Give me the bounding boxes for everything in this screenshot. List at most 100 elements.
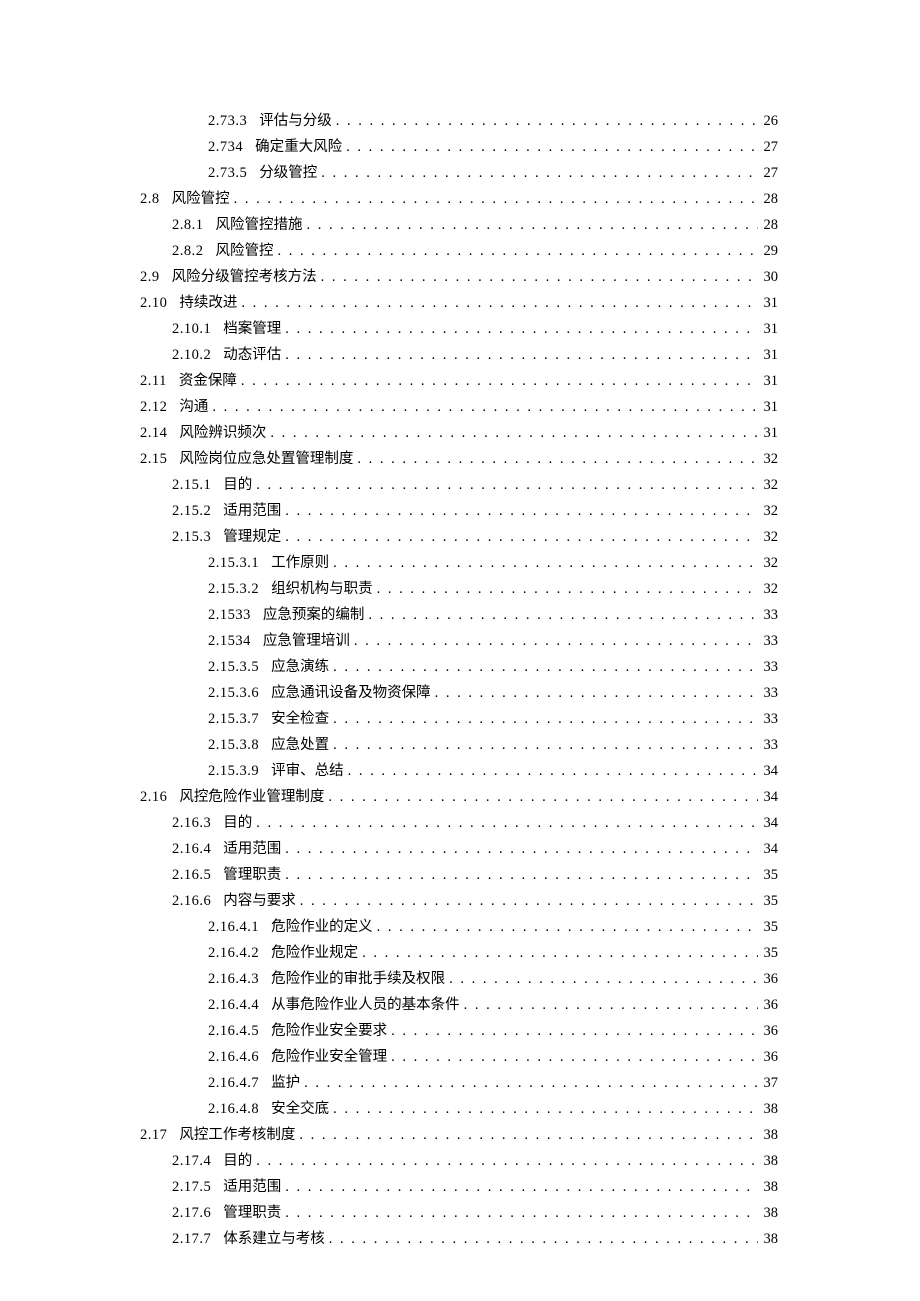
toc-dot-leader <box>285 316 757 342</box>
toc-entry: 2.15.3.7安全检查33 <box>140 706 778 732</box>
toc-dot-leader <box>348 758 758 784</box>
toc-entry-title: 安全检查 <box>271 706 333 732</box>
toc-entry-number: 2.73.5 <box>208 160 259 186</box>
toc-entry-page: 35 <box>758 914 779 940</box>
toc-dot-leader <box>256 1148 757 1174</box>
toc-entry: 2.11资金保障31 <box>140 368 778 394</box>
toc-entry-title: 风险管控 <box>172 186 234 212</box>
toc-entry-number: 2.16.4.7 <box>208 1070 271 1096</box>
toc-entry: 2.15.1目的32 <box>140 472 778 498</box>
toc-dot-leader <box>285 862 757 888</box>
toc-entry-page: 38 <box>758 1174 779 1200</box>
toc-entry-page: 33 <box>758 680 779 706</box>
toc-entry-title: 应急管理培训 <box>263 628 354 654</box>
toc-entry-page: 31 <box>758 342 779 368</box>
toc-entry-page: 30 <box>758 264 779 290</box>
toc-entry-title: 安全交底 <box>271 1096 333 1122</box>
toc-entry: 2.9风险分级管控考核方法30 <box>140 264 778 290</box>
toc-entry: 2.10持续改进31 <box>140 290 778 316</box>
toc-entry-number: 2.16.4.6 <box>208 1044 271 1070</box>
toc-entry-number: 2.15.3.7 <box>208 706 271 732</box>
toc-dot-leader <box>329 1226 758 1252</box>
toc-dot-leader <box>464 992 758 1018</box>
toc-entry: 2.16.6内容与要求35 <box>140 888 778 914</box>
toc-entry-title: 持续改进 <box>179 290 241 316</box>
toc-entry-number: 2.11 <box>140 368 179 394</box>
toc-entry-number: 2.14 <box>140 420 179 446</box>
toc-entry-page: 38 <box>758 1148 779 1174</box>
toc-entry-number: 2.1534 <box>208 628 263 654</box>
toc-entry-title: 风险岗位应急处置管理制度 <box>179 446 357 472</box>
toc-entry: 2.16.4.3危险作业的审批手续及权限36 <box>140 966 778 992</box>
toc-entry-number: 2.17.6 <box>172 1200 223 1226</box>
toc-entry-number: 2.15.3.9 <box>208 758 271 784</box>
toc-entry: 2.14风险辨识频次31 <box>140 420 778 446</box>
toc-entry-number: 2.15.2 <box>172 498 223 524</box>
toc-entry-page: 28 <box>758 212 779 238</box>
toc-entry-page: 36 <box>758 992 779 1018</box>
toc-entry: 2.16.4适用范围34 <box>140 836 778 862</box>
toc-entry-number: 2.15.1 <box>172 472 223 498</box>
toc-entry-title: 管理职责 <box>223 1200 285 1226</box>
toc-entry: 2.16.4.6危险作业安全管理36 <box>140 1044 778 1070</box>
toc-entry-title: 风控工作考核制度 <box>179 1122 299 1148</box>
toc-entry: 2.16.5管理职责35 <box>140 862 778 888</box>
toc-entry: 2.15.3.6应急通讯设备及物资保障33 <box>140 680 778 706</box>
toc-dot-leader <box>333 550 757 576</box>
toc-entry: 2.16.3目的34 <box>140 810 778 836</box>
toc-entry-title: 风险分级管控考核方法 <box>172 264 321 290</box>
toc-entry: 2.15.3.8应急处置33 <box>140 732 778 758</box>
toc-entry-page: 32 <box>758 498 779 524</box>
toc-entry-page: 38 <box>758 1200 779 1226</box>
toc-dot-leader <box>285 524 757 550</box>
toc-entry-page: 35 <box>758 888 779 914</box>
toc-entry-number: 2.15.3.8 <box>208 732 271 758</box>
toc-entry-number: 2.734 <box>208 134 255 160</box>
toc-entry-page: 38 <box>758 1096 779 1122</box>
toc-entry: 2.16.4.2危险作业规定35 <box>140 940 778 966</box>
toc-entry-number: 2.16 <box>140 784 179 810</box>
toc-dot-leader <box>285 342 757 368</box>
toc-entry-page: 31 <box>758 394 779 420</box>
toc-entry-title: 管理职责 <box>223 862 285 888</box>
toc-entry-title: 档案管理 <box>223 316 285 342</box>
toc-entry-title: 危险作业安全管理 <box>271 1044 391 1070</box>
toc-entry-page: 33 <box>758 654 779 680</box>
toc-entry-title: 确定重大风险 <box>255 134 346 160</box>
toc-entry-title: 沟通 <box>179 394 212 420</box>
toc-dot-leader <box>377 576 758 602</box>
toc-entry-title: 动态评估 <box>223 342 285 368</box>
toc-entry-number: 2.17.4 <box>172 1148 223 1174</box>
toc-entry-number: 2.15.3 <box>172 524 223 550</box>
toc-entry-page: 33 <box>758 602 779 628</box>
toc-entry-page: 31 <box>758 316 779 342</box>
toc-entry-number: 2.15 <box>140 446 179 472</box>
toc-dot-leader <box>336 108 758 134</box>
toc-entry-page: 37 <box>758 1070 779 1096</box>
toc-dot-leader <box>285 1174 757 1200</box>
toc-entry-page: 33 <box>758 628 779 654</box>
toc-dot-leader <box>299 1122 757 1148</box>
toc-dot-leader <box>285 836 757 862</box>
toc-entry-number: 2.1533 <box>208 602 263 628</box>
toc-entry-page: 32 <box>758 446 779 472</box>
toc-entry: 2.12沟通31 <box>140 394 778 420</box>
toc-entry-title: 目的 <box>223 1148 256 1174</box>
toc-entry: 2.17风控工作考核制度38 <box>140 1122 778 1148</box>
toc-entry-page: 38 <box>758 1226 779 1252</box>
toc-entry-number: 2.17.7 <box>172 1226 223 1252</box>
toc-entry-number: 2.8.2 <box>172 238 216 264</box>
toc-entry-page: 31 <box>758 368 779 394</box>
toc-entry-page: 33 <box>758 732 779 758</box>
toc-entry-title: 风险管控措施 <box>216 212 307 238</box>
toc-entry-title: 风控危险作业管理制度 <box>179 784 328 810</box>
toc-entry-title: 从事危险作业人员的基本条件 <box>271 992 464 1018</box>
toc-entry-page: 34 <box>758 836 779 862</box>
toc-entry: 2.15.2适用范围32 <box>140 498 778 524</box>
toc-entry-title: 管理规定 <box>223 524 285 550</box>
toc-entry-page: 27 <box>758 160 779 186</box>
toc-entry: 2.15.3管理规定32 <box>140 524 778 550</box>
toc-dot-leader <box>328 784 757 810</box>
toc-entry: 2.16.4.7监护37 <box>140 1070 778 1096</box>
table-of-contents: 2.73.3评估与分级262.734确定重大风险272.73.5分级管控272.… <box>140 108 778 1252</box>
